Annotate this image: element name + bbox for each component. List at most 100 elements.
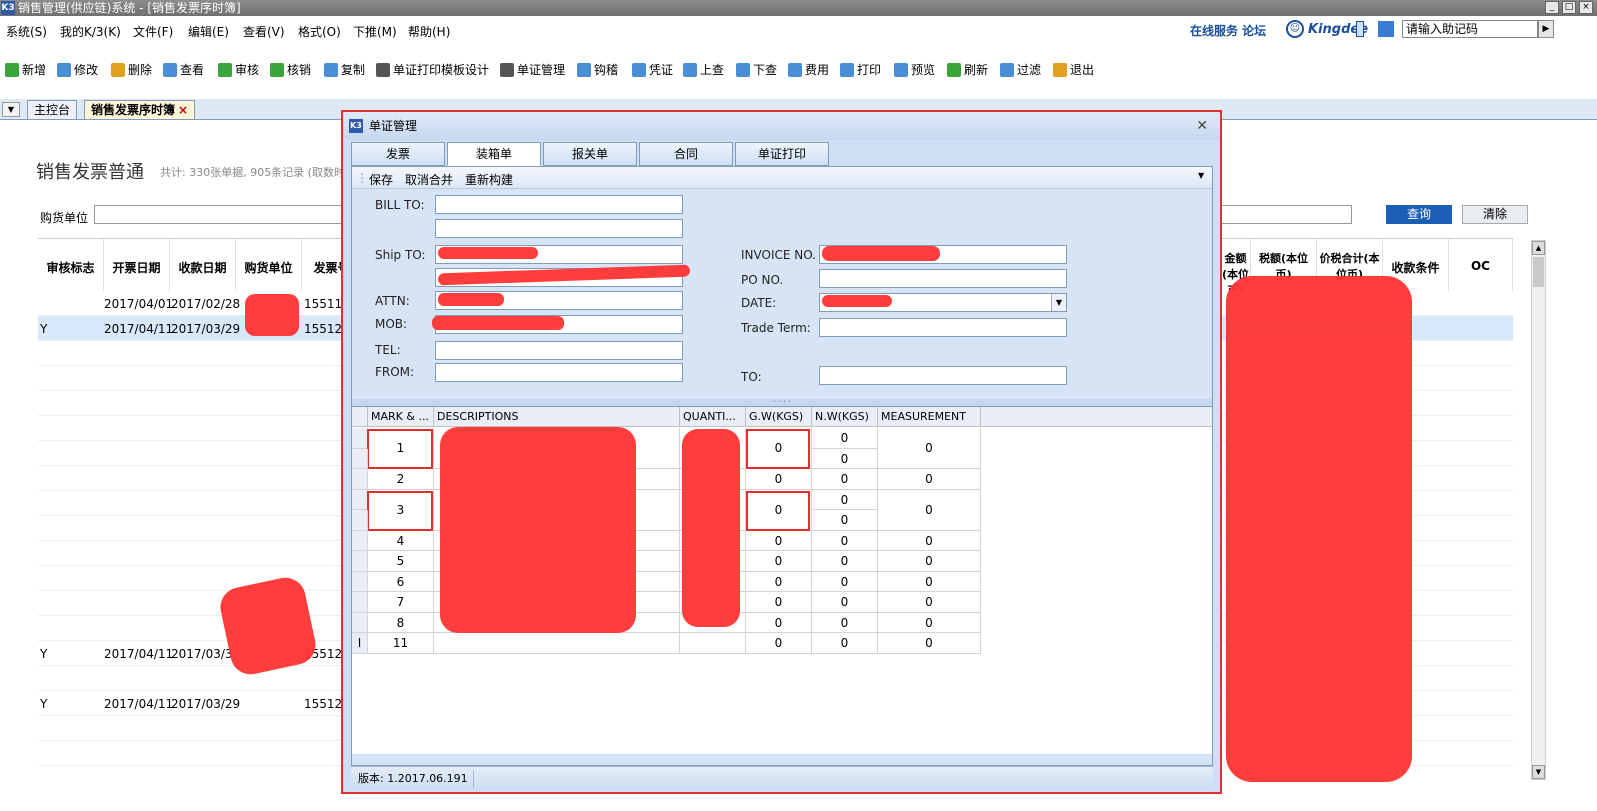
print-design-tool-button[interactable]: 单证打印模板设计 — [376, 61, 489, 78]
toolbar-overflow-icon[interactable]: ▼ — [1198, 171, 1204, 180]
to-field[interactable] — [819, 366, 1067, 385]
help-code-go-button[interactable]: ▶ — [1538, 20, 1554, 38]
net-weight-cell[interactable]: 0 — [812, 469, 878, 490]
col-header-oc[interactable]: OC — [1449, 239, 1513, 291]
close-button[interactable]: × — [1579, 1, 1593, 14]
copy-tool-button[interactable]: 复制 — [324, 61, 365, 78]
trade-term-field[interactable] — [819, 318, 1067, 337]
measurement-cell[interactable]: 0 — [878, 530, 981, 551]
view-tool-button[interactable]: 查看 — [163, 61, 204, 78]
col-header-receipt-date[interactable]: 收款日期 — [170, 239, 236, 291]
edit-tool-button[interactable]: 修改 — [57, 61, 98, 78]
measurement-cell[interactable]: 0 — [878, 469, 981, 490]
col-mark[interactable]: MARK & ... — [368, 407, 434, 427]
tab-main-console[interactable]: 主控台 — [27, 100, 78, 119]
measurement-cell[interactable]: 0 — [878, 571, 981, 592]
bill-to-field-2[interactable] — [435, 219, 683, 238]
dialog-close-icon[interactable]: ✕ — [1196, 112, 1208, 140]
col-net-weight[interactable]: N.W(KGS) — [812, 407, 878, 427]
minimize-button[interactable]: _ — [1545, 1, 1559, 14]
mark-cell[interactable]: 5 — [368, 551, 434, 572]
print-tool-button[interactable]: 打印 — [840, 61, 881, 78]
mark-cell[interactable]: 2 — [368, 469, 434, 490]
phone-icon[interactable] — [1356, 21, 1364, 37]
po-no-field[interactable] — [819, 269, 1067, 288]
description-cell[interactable] — [434, 633, 680, 654]
col-header-invoice-date[interactable]: 开票日期 — [104, 239, 170, 291]
exit-tool-button[interactable]: 退出 — [1053, 61, 1094, 78]
clear-button[interactable]: 清除 — [1462, 205, 1528, 224]
menu-file[interactable]: 文件(F) — [133, 23, 173, 40]
dialog-tab-contract[interactable]: 合同 — [639, 142, 733, 166]
mark-cell[interactable]: 4 — [368, 530, 434, 551]
menu-view[interactable]: 查看(V) — [243, 23, 285, 40]
doc-manage-tool-button[interactable]: 单证管理 — [500, 61, 565, 78]
quantity-cell[interactable] — [680, 633, 746, 654]
menu-edit[interactable]: 编辑(E) — [188, 23, 229, 40]
bill-to-field[interactable] — [435, 195, 683, 214]
menu-system[interactable]: 系统(S) — [6, 23, 47, 40]
dialog-tab-packing-list[interactable]: 装箱单 — [447, 142, 541, 166]
check-tool-button[interactable]: 核销 — [270, 61, 311, 78]
net-weight-cell[interactable]: 0 — [812, 530, 878, 551]
tab-dropdown-icon[interactable]: ▼ — [2, 102, 20, 117]
audit-tool-button[interactable]: 审核 — [218, 61, 259, 78]
mark-cell[interactable]: 11 — [368, 633, 434, 654]
dialog-tab-customs[interactable]: 报关单 — [543, 142, 637, 166]
gross-weight-cell[interactable]: 0 — [746, 633, 812, 654]
scroll-down-icon[interactable]: ▼ — [1532, 765, 1545, 779]
dialog-tab-doc-print[interactable]: 单证打印 — [735, 142, 829, 166]
gross-weight-cell[interactable]: 0 — [746, 612, 812, 633]
scroll-thumb[interactable] — [1533, 257, 1544, 287]
tel-field[interactable] — [435, 341, 683, 360]
menu-format[interactable]: 格式(O) — [298, 23, 341, 40]
date-dropdown-icon[interactable]: ▼ — [1051, 294, 1066, 311]
menu-my-k3[interactable]: 我的K/3(K) — [60, 23, 121, 40]
gross-weight-cell[interactable]: 0 — [746, 571, 812, 592]
filter-tool-button[interactable]: 过滤 — [1000, 61, 1041, 78]
col-measurement[interactable]: MEASUREMENT — [878, 407, 981, 427]
col-header-audit[interactable]: 审核标志 — [38, 239, 104, 291]
rebuild-button[interactable]: 重新构建 — [465, 171, 513, 188]
net-weight-cell[interactable]: 0 — [812, 489, 878, 510]
mark-cell[interactable]: 6 — [368, 571, 434, 592]
net-weight-cell[interactable]: 0 — [812, 448, 878, 469]
measurement-cell[interactable]: 0 — [878, 633, 981, 654]
gross-weight-cell[interactable]: 0 — [746, 551, 812, 572]
net-weight-cell[interactable]: 0 — [812, 571, 878, 592]
col-header-buyer[interactable]: 购货单位 — [236, 239, 302, 291]
menu-push-down[interactable]: 下推(M) — [353, 23, 397, 40]
mark-cell[interactable]: 8 — [368, 612, 434, 633]
col-quantity[interactable]: QUANTI... — [680, 407, 746, 427]
measurement-cell[interactable]: 0 — [878, 428, 981, 469]
online-service-links[interactable]: 在线服务 论坛 — [1190, 22, 1266, 39]
net-weight-cell[interactable]: 0 — [812, 510, 878, 531]
gross-weight-cell[interactable]: 0 — [746, 469, 812, 490]
gross-weight-cell[interactable]: 0 — [746, 592, 812, 613]
query-button[interactable]: 查询 — [1386, 205, 1452, 224]
net-weight-cell[interactable]: 0 — [812, 633, 878, 654]
refresh-tool-button[interactable]: 刷新 — [947, 61, 988, 78]
measurement-cell[interactable]: 0 — [878, 612, 981, 633]
help-code-input[interactable]: 请输入助记码 — [1402, 20, 1538, 38]
measurement-cell[interactable]: 0 — [878, 551, 981, 572]
menu-help[interactable]: 帮助(H) — [408, 23, 450, 40]
smile-icon[interactable]: ☺ — [1286, 20, 1304, 38]
preview-tool-button[interactable]: 预览 — [894, 61, 935, 78]
net-weight-cell[interactable]: 0 — [812, 612, 878, 633]
measurement-cell[interactable]: 0 — [878, 592, 981, 613]
net-weight-cell[interactable]: 0 — [812, 551, 878, 572]
from-field[interactable] — [435, 363, 683, 382]
net-weight-cell[interactable]: 0 — [812, 592, 878, 613]
mark-cell[interactable]: 7 — [368, 592, 434, 613]
maximize-button[interactable]: □ — [1562, 1, 1576, 14]
gross-weight-cell[interactable]: 0 — [746, 530, 812, 551]
hook-tool-button[interactable]: 钩稽 — [577, 61, 618, 78]
voucher-tool-button[interactable]: 凭证 — [632, 61, 673, 78]
measurement-cell[interactable]: 0 — [878, 489, 981, 531]
search-down-tool-button[interactable]: 下查 — [736, 61, 777, 78]
search-up-tool-button[interactable]: 上查 — [683, 61, 724, 78]
cancel-merge-button[interactable]: 取消合并 — [405, 171, 453, 188]
trash-tool-button[interactable]: 删除 — [111, 61, 152, 78]
plus-tool-button[interactable]: 新增 — [5, 61, 46, 78]
